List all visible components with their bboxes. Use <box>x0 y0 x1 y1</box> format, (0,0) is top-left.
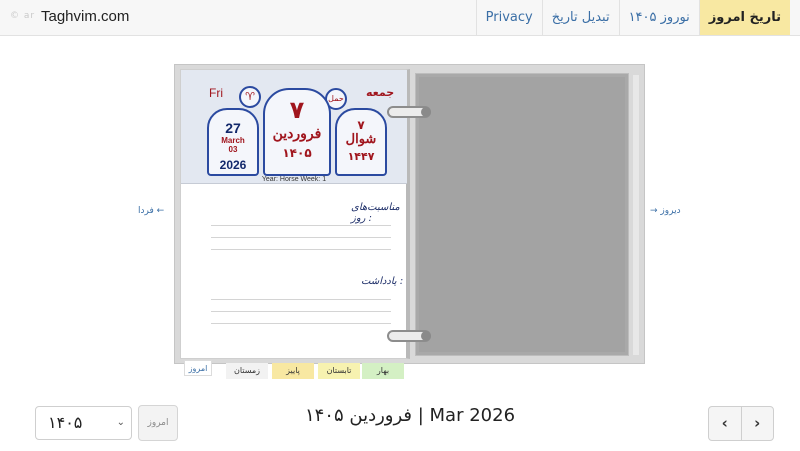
next-month-icon[interactable]: › <box>742 407 774 440</box>
persian-month: فروردین <box>272 126 322 142</box>
month-pager: ‹ › <box>708 406 774 441</box>
note-line <box>211 311 391 312</box>
zodiac-symbol-icon: ♈ <box>239 86 261 108</box>
note-line <box>211 225 391 226</box>
note-line <box>211 237 391 238</box>
binder-hole-top <box>421 107 431 117</box>
blank-page <box>419 77 625 352</box>
today-button[interactable]: امروز <box>138 405 178 441</box>
faint-watermark: © ar <box>10 11 36 21</box>
nav-today-date[interactable]: تاریخ امروز <box>698 0 790 35</box>
brand-logo[interactable]: Taghvim.com <box>41 8 129 25</box>
calendar-page-left: Fri جمعه ♈ حمل 27 March 03 2026 ۷ فروردی… <box>180 69 410 359</box>
notes-label: یادداشت : <box>361 276 404 287</box>
date-header: Fri جمعه ♈ حمل 27 March 03 2026 ۷ فروردی… <box>181 70 407 184</box>
year-select[interactable]: ۱۴۰۵ ⌄ <box>35 406 132 440</box>
hijri-month: شوال <box>345 132 377 147</box>
year-week-info: Year: Horse Week: 1 <box>261 176 327 183</box>
season-tab-today[interactable]: امروز <box>184 360 212 376</box>
gregorian-date-card: 27 March 03 2026 <box>207 108 259 176</box>
chevron-down-icon: ⌄ <box>116 417 125 428</box>
weekday-fa: جمعه <box>366 86 395 99</box>
season-tab-spring[interactable]: بهار <box>362 363 404 379</box>
season-tab-summer[interactable]: تابستان <box>318 363 360 379</box>
gregorian-year: 2026 <box>219 158 247 172</box>
hijri-day: ۷ <box>357 118 365 132</box>
season-tab-autumn[interactable]: پاییز <box>272 363 314 379</box>
tomorrow-link[interactable]: فردا ← <box>138 206 164 216</box>
nav-privacy[interactable]: Privacy <box>475 0 542 35</box>
note-line <box>211 249 391 250</box>
binder-hole-bottom <box>421 331 431 341</box>
persian-year: ۱۴۰۵ <box>282 146 312 160</box>
nav-nowruz[interactable]: نوروز ۱۴۰۵ <box>618 0 699 35</box>
top-navbar: © ar Taghvim.com Privacy تبدیل تاریخ نور… <box>0 0 800 36</box>
note-line <box>211 299 391 300</box>
gregorian-day: 27 <box>225 120 241 136</box>
yesterday-link[interactable]: → دیروز <box>650 206 681 216</box>
calendar-notebook: Fri جمعه ♈ حمل 27 March 03 2026 ۷ فروردی… <box>174 64 645 364</box>
hijri-year: ۱۴۴۷ <box>347 150 375 163</box>
persian-date-card: ۷ فروردین ۱۴۰۵ <box>263 88 331 176</box>
note-line <box>211 323 391 324</box>
nav-menu: Privacy تبدیل تاریخ نوروز ۱۴۰۵ تاریخ امر… <box>475 0 790 35</box>
season-tab-winter[interactable]: زمستان <box>226 363 268 379</box>
occasions-label: مناسبت‌های روز : <box>351 202 400 224</box>
year-select-value: ۱۴۰۵ <box>48 413 83 432</box>
prev-month-icon[interactable]: ‹ <box>709 407 742 440</box>
page-edge <box>633 75 639 355</box>
gregorian-month-num: 03 <box>228 145 238 154</box>
hijri-date-card: ۷ شوال ۱۴۴۷ <box>335 108 387 176</box>
calendar-page-right <box>415 73 629 356</box>
nav-date-convert[interactable]: تبدیل تاریخ <box>541 0 619 35</box>
weekday-en: Fri <box>209 86 223 100</box>
persian-day: ۷ <box>289 96 305 124</box>
month-title: فروردین ۱۴۰۵ | Mar 2026 <box>304 405 516 426</box>
gregorian-month: March <box>221 136 245 145</box>
